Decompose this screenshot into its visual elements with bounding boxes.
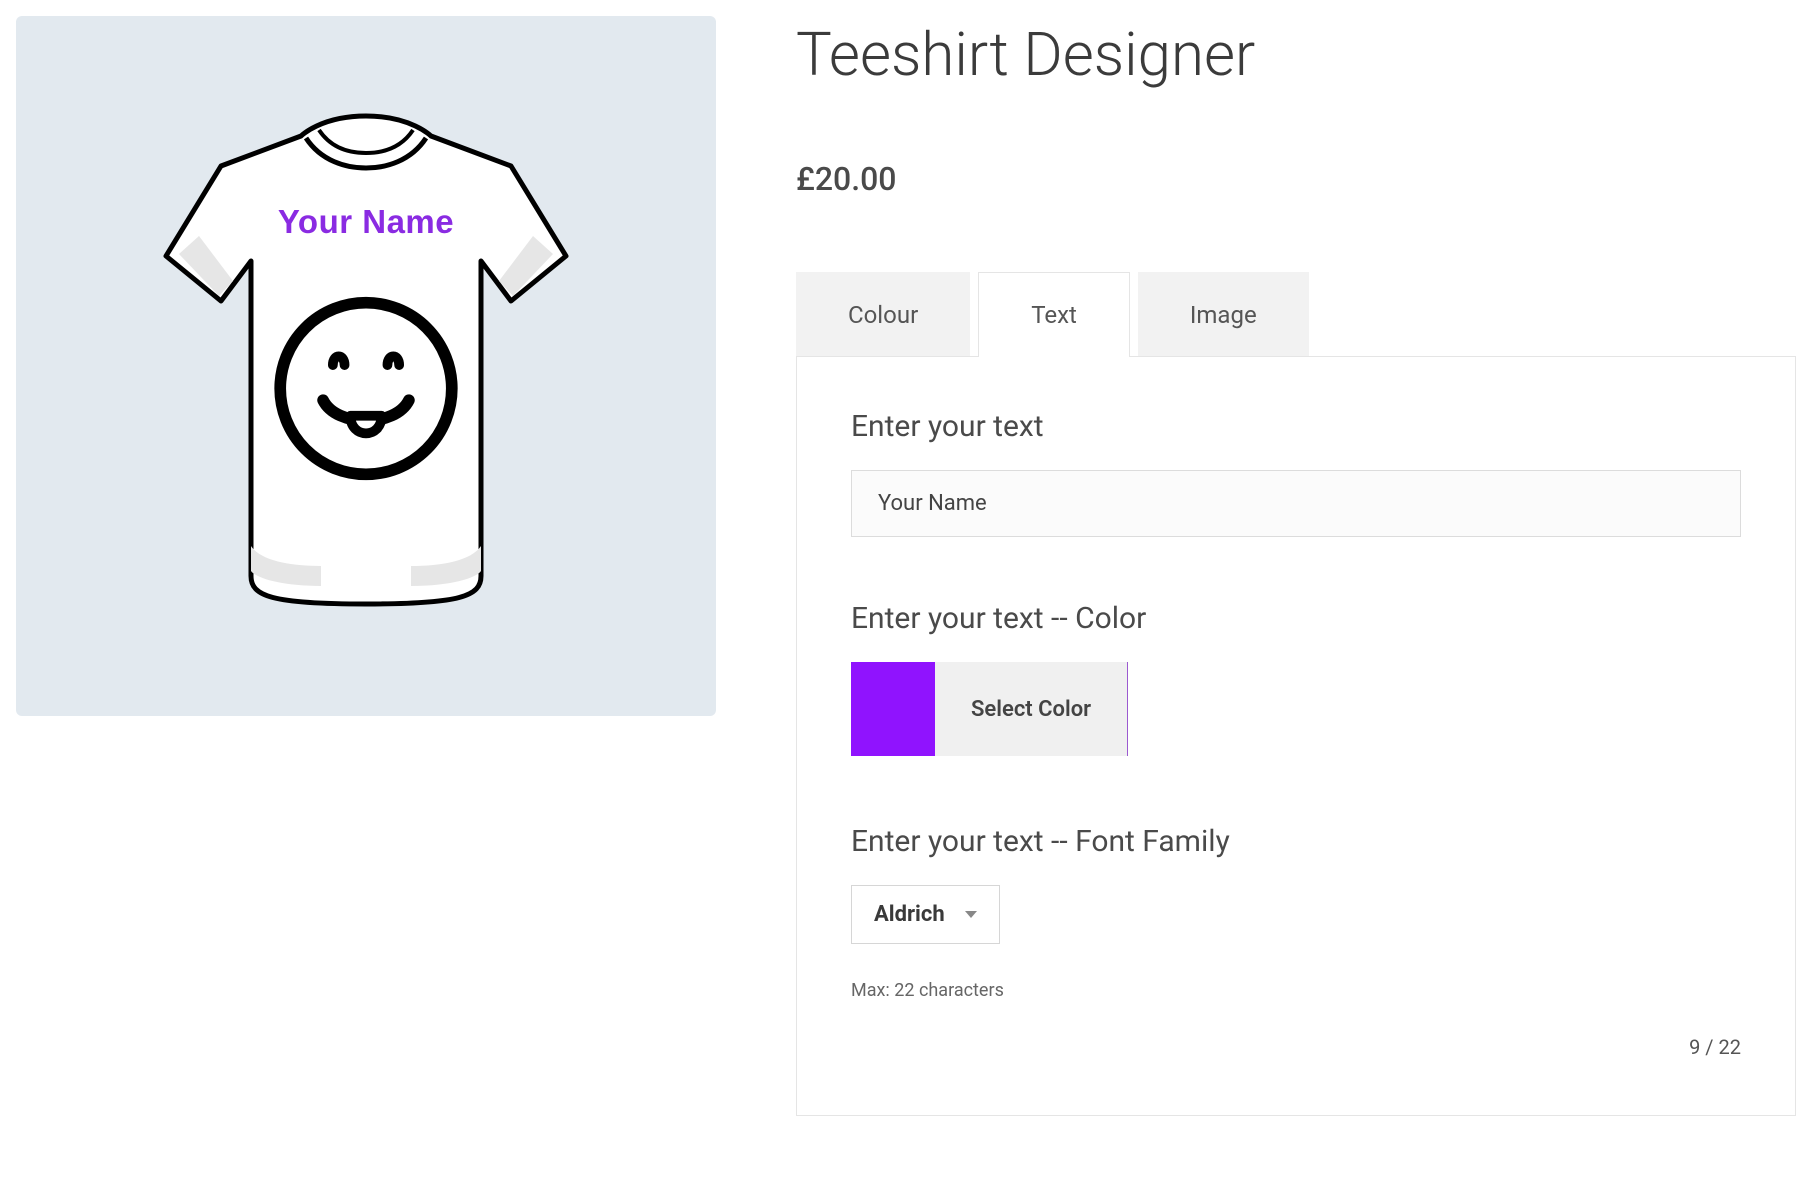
color-picker[interactable]: Select Color [851,662,1128,756]
tab-image[interactable]: Image [1138,272,1309,357]
tab-text[interactable]: Text [978,272,1130,357]
custom-text-input[interactable] [851,470,1741,537]
tab-panel-text: Enter your text Enter your text -- Color… [796,356,1796,1116]
product-price: £20.00 [796,160,1796,198]
smiley-face-icon [269,291,464,486]
max-chars-hint: Max: 22 characters [851,980,1741,1001]
product-preview: Your Name [16,16,716,716]
select-color-button[interactable]: Select Color [935,662,1127,756]
font-family-label: Enter your text -- Font Family [851,824,1741,859]
color-swatch[interactable] [851,662,935,756]
tshirt-custom-text: Your Name [151,203,581,241]
product-title: Teeshirt Designer [796,22,1796,88]
option-tabs: Colour Text Image [796,272,1796,357]
chevron-down-icon [965,911,977,918]
font-family-select[interactable]: Aldrich [851,885,1000,944]
tab-colour[interactable]: Colour [796,272,970,357]
enter-text-label: Enter your text [851,409,1741,444]
text-color-label: Enter your text -- Color [851,601,1741,636]
tshirt-graphic: Your Name [151,106,581,626]
char-counter: 9 / 22 [1689,1035,1741,1059]
font-family-selected: Aldrich [874,902,945,927]
